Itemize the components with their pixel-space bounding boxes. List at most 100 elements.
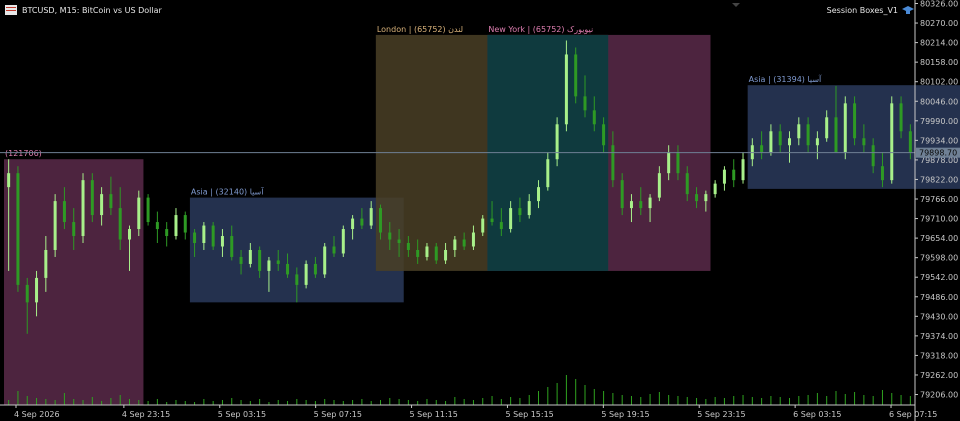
time-tick-label: 5 Sep 03:15	[218, 410, 266, 419]
candle-body	[880, 166, 884, 181]
price-chart[interactable]: (121706) Asia | آسیا (32140) London | لندن…	[0, 0, 960, 421]
candle-body	[509, 208, 513, 230]
candle-body	[360, 218, 364, 226]
candle-body	[248, 249, 252, 264]
price-tick-label: 79206.00	[920, 391, 958, 400]
candle-body	[332, 246, 336, 254]
candle-body	[871, 145, 875, 167]
candle-body	[127, 229, 131, 240]
price-tick-label: 80326.00	[920, 0, 958, 8]
time-tick-label: 5 Sep 23:15	[697, 410, 745, 419]
candle-body	[388, 232, 392, 240]
candle-body	[369, 208, 373, 226]
candle-body	[304, 263, 308, 285]
price-tick-label: 79766.00	[920, 195, 958, 204]
candle-body	[825, 117, 829, 139]
candle-body	[53, 201, 57, 250]
candle-body	[378, 208, 382, 233]
candle-body	[685, 173, 689, 195]
candle-body	[648, 197, 652, 209]
candle-body	[397, 239, 401, 243]
candle-body	[667, 152, 671, 174]
candle-body	[453, 239, 457, 250]
candle-body	[118, 208, 122, 240]
candle-body	[592, 110, 596, 125]
candle-body	[890, 103, 894, 181]
candle-body	[499, 222, 503, 230]
candle-body	[602, 124, 606, 146]
candle-body	[183, 215, 187, 233]
price-tick-label: 79934.00	[920, 136, 958, 145]
price-tick-label: 79822.00	[920, 175, 958, 184]
chart-menu-icon[interactable]	[5, 5, 17, 15]
session-label: London | لندن (65752)	[377, 25, 463, 34]
candle-body	[425, 246, 429, 257]
candle-body	[574, 54, 578, 97]
candle-body	[44, 249, 48, 278]
candle-body	[239, 256, 243, 264]
candle-body	[165, 229, 169, 237]
candle-body	[81, 180, 85, 237]
candle-body	[276, 260, 280, 264]
time-tick-label: 4 Sep 2026	[14, 410, 60, 419]
price-tick-label: 79318.00	[920, 351, 958, 360]
candle-body	[676, 152, 680, 174]
price-tick-label: 80046.00	[920, 97, 958, 106]
session-label: New York | نیویورک (65752)	[488, 25, 593, 34]
candle-body	[639, 201, 643, 209]
candle-body	[295, 274, 299, 285]
indicator-name: Session Boxes_V1	[827, 6, 898, 15]
candle-body	[732, 169, 736, 181]
candle-body	[518, 208, 522, 216]
chart-title: BTCUSD, M15: BitCoin vs US Dollar	[22, 6, 162, 15]
time-tick-label: 5 Sep 07:15	[314, 410, 362, 419]
candle-body	[908, 131, 912, 153]
candle-body	[629, 201, 633, 209]
price-tick-label: 80214.00	[920, 39, 958, 48]
candle-body	[100, 194, 104, 216]
time-tick-label: 6 Sep 07:15	[889, 410, 937, 419]
candle-body	[406, 243, 410, 250]
price-tick-label: 79486.00	[920, 293, 958, 302]
candle-body	[258, 249, 262, 271]
candle-body	[620, 180, 624, 209]
candle-body	[611, 145, 615, 181]
candle-body	[546, 159, 550, 188]
candle-body	[220, 236, 224, 247]
candle-body	[695, 194, 699, 202]
candle-body	[137, 197, 141, 230]
candle-body	[174, 215, 178, 237]
candle-body	[843, 103, 847, 153]
candle-body	[899, 103, 903, 132]
price-tick-label: 79542.00	[920, 273, 958, 282]
price-tick-label: 79374.00	[920, 332, 958, 341]
price-tick-label: 79654.00	[920, 234, 958, 243]
candle-body	[193, 232, 197, 243]
candle-body	[62, 201, 66, 223]
price-tick-label: 80158.00	[920, 58, 958, 67]
candle-body	[230, 236, 234, 257]
candle-body	[760, 145, 764, 153]
candle-body	[462, 239, 466, 247]
candle-body	[527, 201, 531, 216]
candle-body	[704, 194, 708, 202]
price-tick-label: 80270.00	[920, 19, 958, 28]
candle-body	[722, 169, 726, 184]
session-label: (121706)	[5, 149, 42, 158]
session-box-newyork	[4, 159, 144, 405]
price-tick-label: 79598.00	[920, 254, 958, 263]
candle-body	[286, 263, 290, 275]
candle-body	[416, 249, 420, 257]
session-label: Asia | آسیا (32140)	[191, 187, 264, 197]
candle-body	[313, 263, 317, 275]
candle-body	[202, 225, 206, 243]
candle-body	[853, 103, 857, 139]
price-tick-label: 79990.00	[920, 117, 958, 126]
price-tick-label: 80102.00	[920, 78, 958, 87]
price-tick-label: 79710.00	[920, 215, 958, 224]
candle-body	[788, 138, 792, 146]
candle-body	[481, 218, 485, 233]
candle-body	[564, 54, 568, 125]
candle-body	[834, 117, 838, 153]
candle-body	[537, 187, 541, 202]
